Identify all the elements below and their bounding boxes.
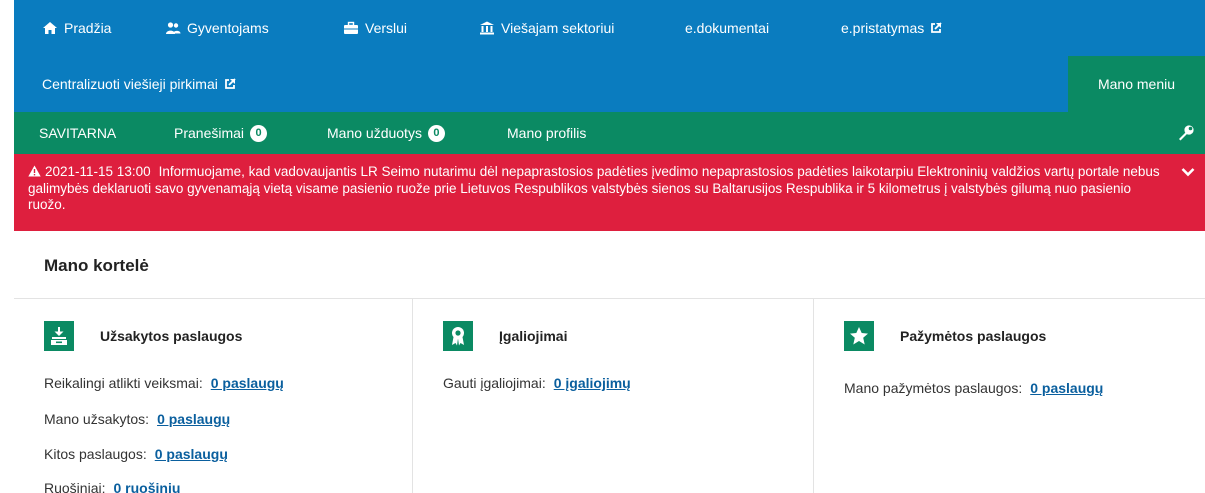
tab-my-tasks-label: Mano užduotys (327, 125, 422, 141)
list-item: Reikalingi atlikti veiksmai: 0 paslaugų (44, 375, 284, 391)
row-label: Mano pažymėtos paslaugos: (844, 380, 1023, 396)
chevron-down-icon[interactable] (1181, 166, 1195, 178)
row-link[interactable]: 0 paslaugų (211, 375, 284, 391)
list-item: Gauti įgaliojimai: 0 įgaliojimų (443, 375, 631, 391)
list-item: Mano pažymėtos paslaugos: 0 paslaugų (844, 380, 1103, 396)
row-label: Kitos paslaugos: (44, 446, 147, 462)
nav-public-sector[interactable]: Viešajam sektoriui (479, 0, 614, 56)
self-service-bar: SAVITARNA Pranešimai 0 Mano užduotys 0 M… (14, 112, 1205, 154)
tasks-count-badge: 0 (427, 124, 445, 142)
residents-icon (166, 22, 181, 34)
divider (813, 299, 814, 493)
briefcase-icon (344, 21, 358, 34)
authorizations-header: Įgaliojimai (443, 321, 567, 351)
tab-my-tasks[interactable]: Mano užduotys 0 (327, 112, 445, 154)
nav-home[interactable]: Pradžia (42, 0, 111, 56)
nav-public-sector-label: Viešajam sektoriui (501, 20, 615, 36)
home-icon (43, 22, 57, 34)
award-icon (443, 321, 473, 351)
tab-self-service[interactable]: SAVITARNA (39, 112, 116, 154)
tab-my-profile-label: Mano profilis (507, 125, 587, 141)
row-link[interactable]: 0 paslaugų (155, 446, 228, 462)
star-icon (844, 321, 874, 351)
row-label: Reikalingi atlikti veiksmai: (44, 375, 203, 391)
ordered-services-header: Užsakytos paslaugos (44, 321, 242, 351)
tab-self-service-label: SAVITARNA (39, 125, 117, 141)
nav-business[interactable]: Verslui (343, 0, 407, 56)
external-link-icon (931, 22, 942, 33)
nav-home-label: Pradžia (64, 20, 112, 36)
institution-icon (480, 21, 494, 35)
ordered-services-title: Užsakytos paslaugos (100, 328, 243, 344)
external-link-icon (224, 78, 236, 89)
my-menu-label: Mano meniu (1097, 76, 1176, 92)
alert-text: Informuojame, kad vadovaujantis LR Seimo… (28, 164, 1160, 212)
row-label: Ruošiniai: (44, 480, 106, 493)
inbox-download-icon (44, 321, 74, 351)
tab-notifications[interactable]: Pranešimai 0 (174, 112, 268, 154)
nav-edelivery[interactable]: e.pristatymas (841, 0, 942, 56)
divider (412, 299, 413, 493)
list-item: Ruošiniai: 0 ruošinių (44, 480, 180, 493)
page: Pradžia Gyventojams Verslui Viešajam sek… (0, 0, 1205, 493)
top-navigation: Pradžia Gyventojams Verslui Viešajam sek… (14, 0, 1205, 112)
nav-procurement[interactable]: Centralizuoti viešieji pirkimai (42, 56, 236, 112)
marked-services-title: Pažymėtos paslaugos (900, 328, 1047, 344)
alert-date: 2021-11-15 13:00 (45, 164, 151, 179)
row-label: Mano užsakytos: (44, 411, 150, 427)
tab-notifications-label: Pranešimai (174, 125, 245, 141)
list-item: Mano užsakytos: 0 paslaugų (44, 411, 230, 427)
alert-banner: 2021-11-15 13:00 Informuojame, kad vadova… (14, 154, 1205, 231)
nav-edelivery-label: e.pristatymas (841, 20, 925, 36)
row-label: Gauti įgaliojimai: (443, 375, 546, 391)
nav-residents-label: Gyventojams (187, 20, 269, 36)
nav-edocuments[interactable]: e.dokumentai (685, 0, 769, 56)
divider (14, 298, 1205, 299)
authorizations-title: Įgaliojimai (499, 328, 568, 344)
row-link[interactable]: 0 paslaugų (157, 411, 230, 427)
row-link[interactable]: 0 ruošinių (113, 480, 180, 493)
nav-residents[interactable]: Gyventojams (165, 0, 269, 56)
nav-edocuments-label: e.dokumentai (685, 20, 770, 36)
list-item: Kitos paslaugos: 0 paslaugų (44, 446, 228, 462)
row-link[interactable]: 0 paslaugų (1030, 380, 1103, 396)
row-link[interactable]: 0 įgaliojimų (554, 375, 631, 391)
wrench-icon[interactable] (1177, 124, 1195, 142)
nav-business-label: Verslui (365, 20, 408, 36)
main-frame: Pradžia Gyventojams Verslui Viešajam sek… (14, 0, 1205, 493)
tab-my-profile[interactable]: Mano profilis (507, 112, 586, 154)
marked-services-header: Pažymėtos paslaugos (844, 321, 1046, 351)
card-title: Mano kortelė (44, 256, 149, 275)
warning-icon (28, 165, 41, 177)
my-menu-button[interactable]: Mano meniu (1068, 56, 1205, 112)
nav-procurement-label: Centralizuoti viešieji pirkimai (42, 76, 218, 92)
notifications-count-badge: 0 (250, 124, 268, 142)
